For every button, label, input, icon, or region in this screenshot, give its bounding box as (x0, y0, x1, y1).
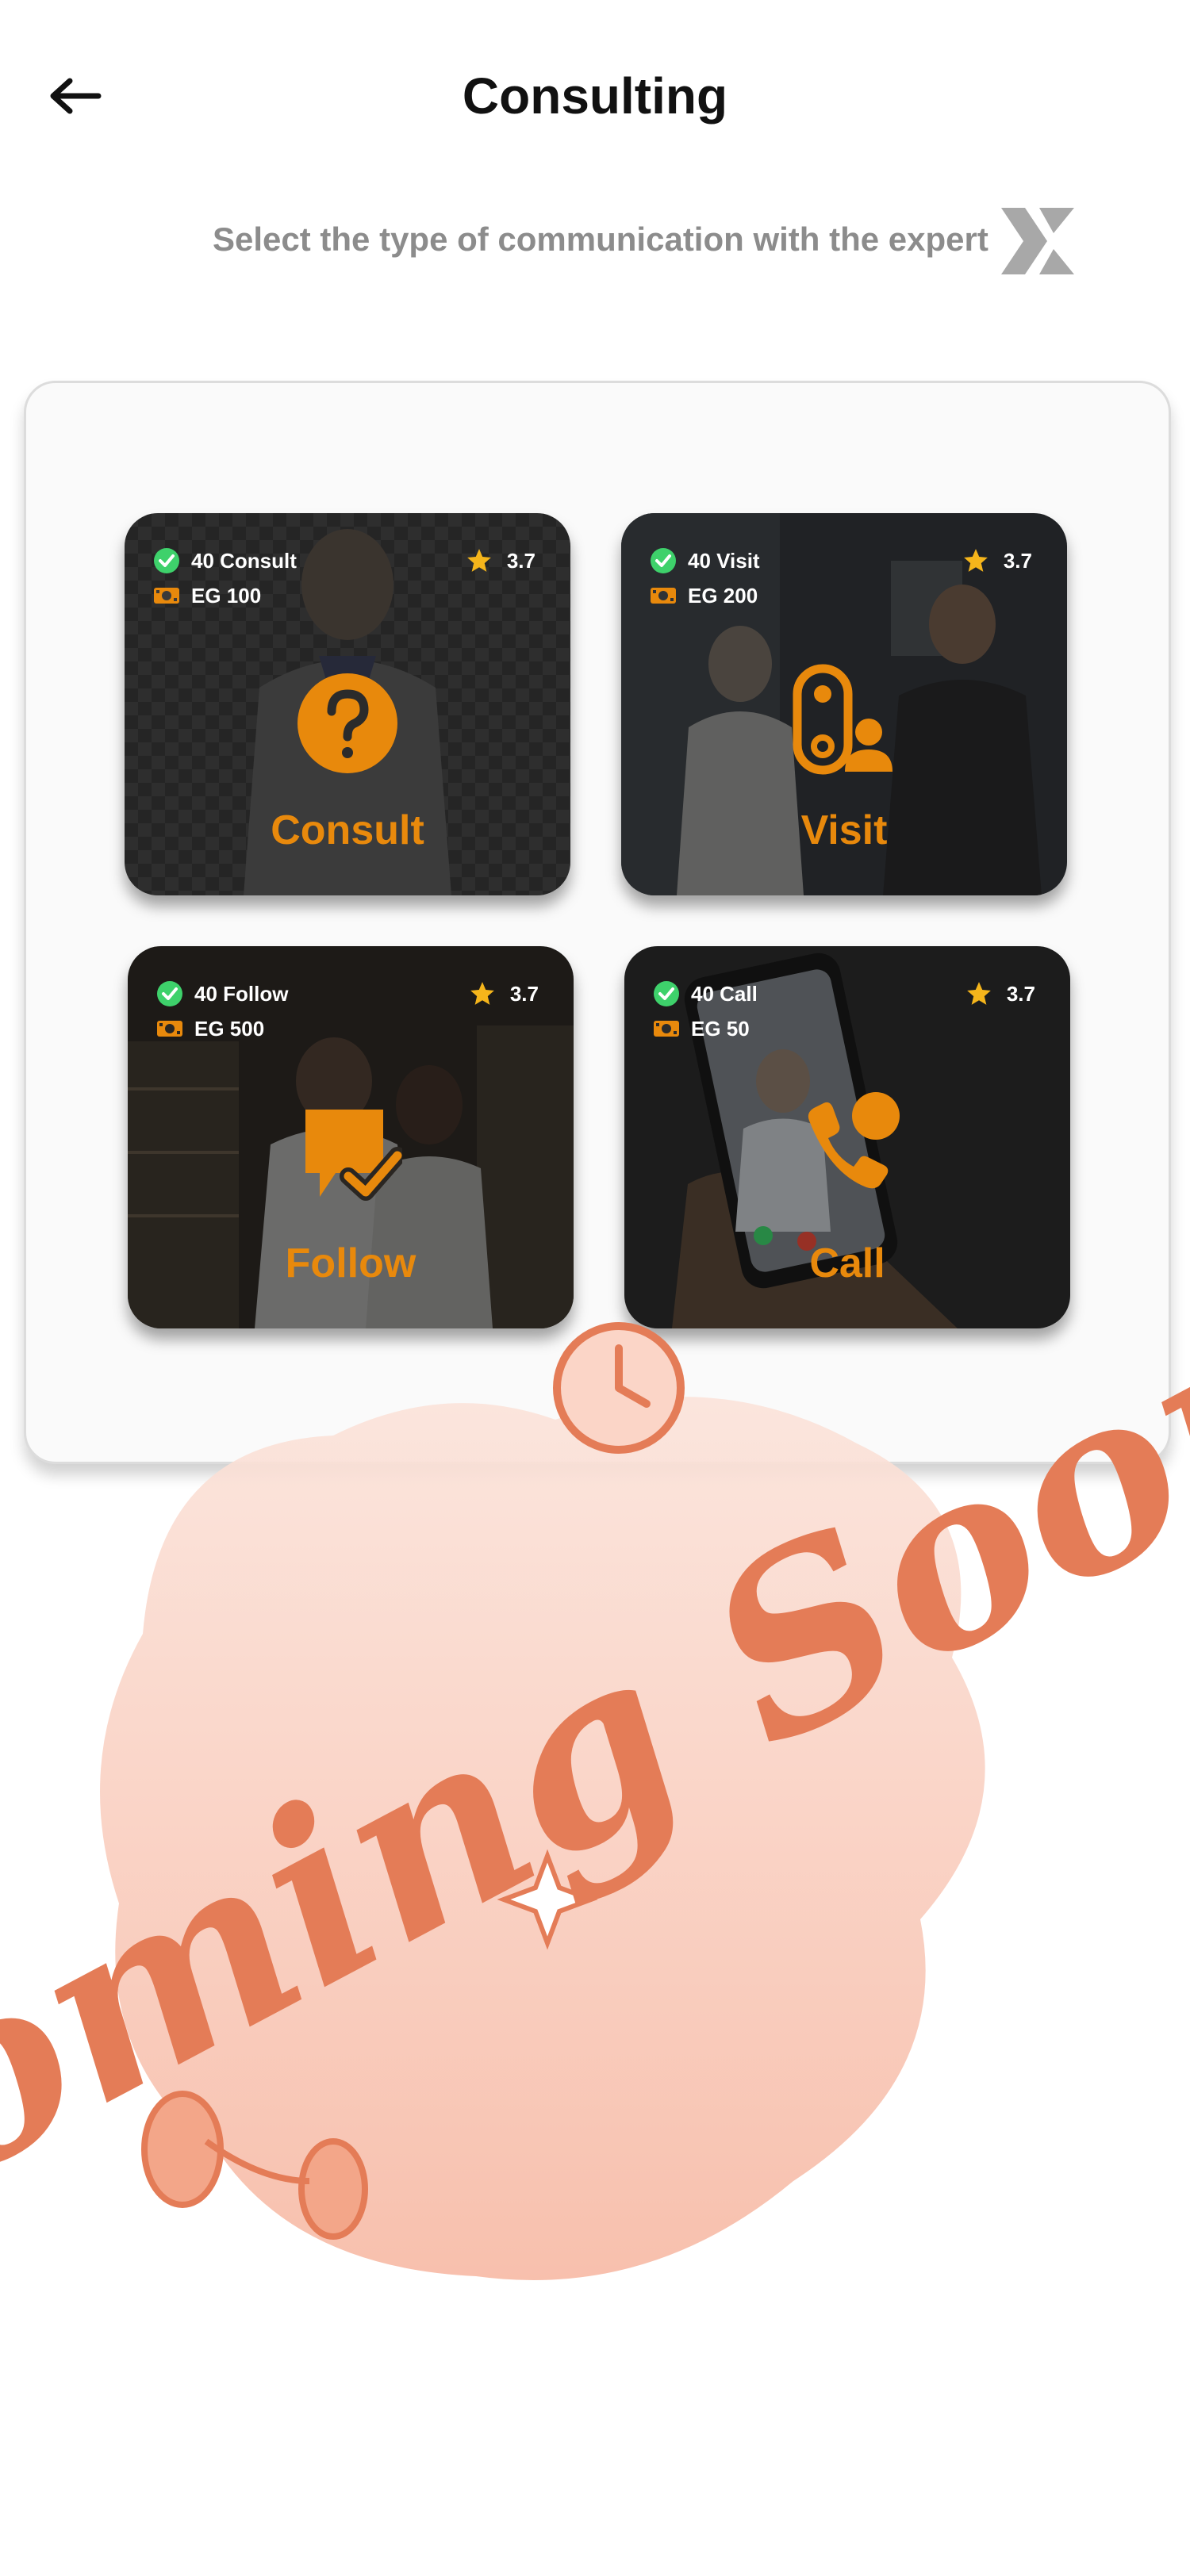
card-label: Call (809, 1240, 885, 1286)
card-label: Consult (271, 807, 424, 853)
top-bar: Consulting (0, 0, 1190, 190)
card-label: Follow (285, 1240, 416, 1286)
star-icon (470, 982, 494, 1005)
check-circle-icon (157, 981, 182, 1006)
card-price: EG 200 (688, 583, 758, 608)
card-price: EG 50 (691, 1016, 750, 1041)
rating-value: 3.7 (509, 981, 539, 1006)
check-circle-icon (654, 981, 679, 1006)
rating-value: 3.7 (1006, 981, 1035, 1006)
card-count: 40 Call (691, 981, 758, 1006)
card-price: EG 100 (191, 583, 262, 608)
card-meta: 40 Consult EG 100 (153, 543, 297, 613)
subtitle-text: Select the type of communication with th… (213, 220, 988, 258)
question-mark-icon (296, 672, 399, 779)
page-title: Consulting (462, 67, 728, 125)
follow-card[interactable]: 40 Follow EG 500 3.7 Follow (128, 946, 574, 1328)
money-icon (651, 588, 676, 604)
card-meta: 40 Call EG 50 (653, 976, 758, 1046)
card-count: 40 Consult (191, 548, 297, 573)
rating-value: 3.7 (1003, 548, 1032, 573)
coming-soon-overlay: Coming Soon (0, 1301, 1190, 2322)
consult-card[interactable]: 40 Consult EG 100 3.7 Consult (125, 513, 570, 895)
clock-icon (553, 1322, 685, 1454)
card-count: 40 Visit (688, 548, 760, 573)
star-icon (963, 549, 988, 572)
card-meta: 40 Visit EG 200 (650, 543, 760, 613)
visit-person-icon (793, 664, 896, 779)
rating-value: 3.7 (506, 548, 536, 573)
phone-call-icon (792, 1089, 903, 1204)
star-icon (966, 982, 991, 1005)
visit-card[interactable]: 40 Visit EG 200 3.7 Visit (621, 513, 1067, 895)
card-count: 40 Follow (194, 981, 289, 1006)
money-icon (157, 1021, 182, 1037)
card-rating: 3.7 (965, 976, 1035, 1011)
card-rating: 3.7 (466, 543, 536, 578)
chat-check-icon (299, 1103, 406, 1210)
x-logo-icon (998, 201, 1077, 281)
card-rating: 3.7 (469, 976, 539, 1011)
money-icon (154, 588, 179, 604)
star-icon (466, 549, 491, 572)
call-card[interactable]: 40 Call EG 50 3.7 Call (624, 946, 1070, 1328)
card-price: EG 500 (194, 1016, 265, 1041)
check-circle-icon (651, 548, 676, 573)
check-circle-icon (154, 548, 179, 573)
money-icon (654, 1021, 679, 1037)
card-rating: 3.7 (962, 543, 1032, 578)
card-label: Visit (800, 807, 888, 853)
card-meta: 40 Follow EG 500 (156, 976, 288, 1046)
